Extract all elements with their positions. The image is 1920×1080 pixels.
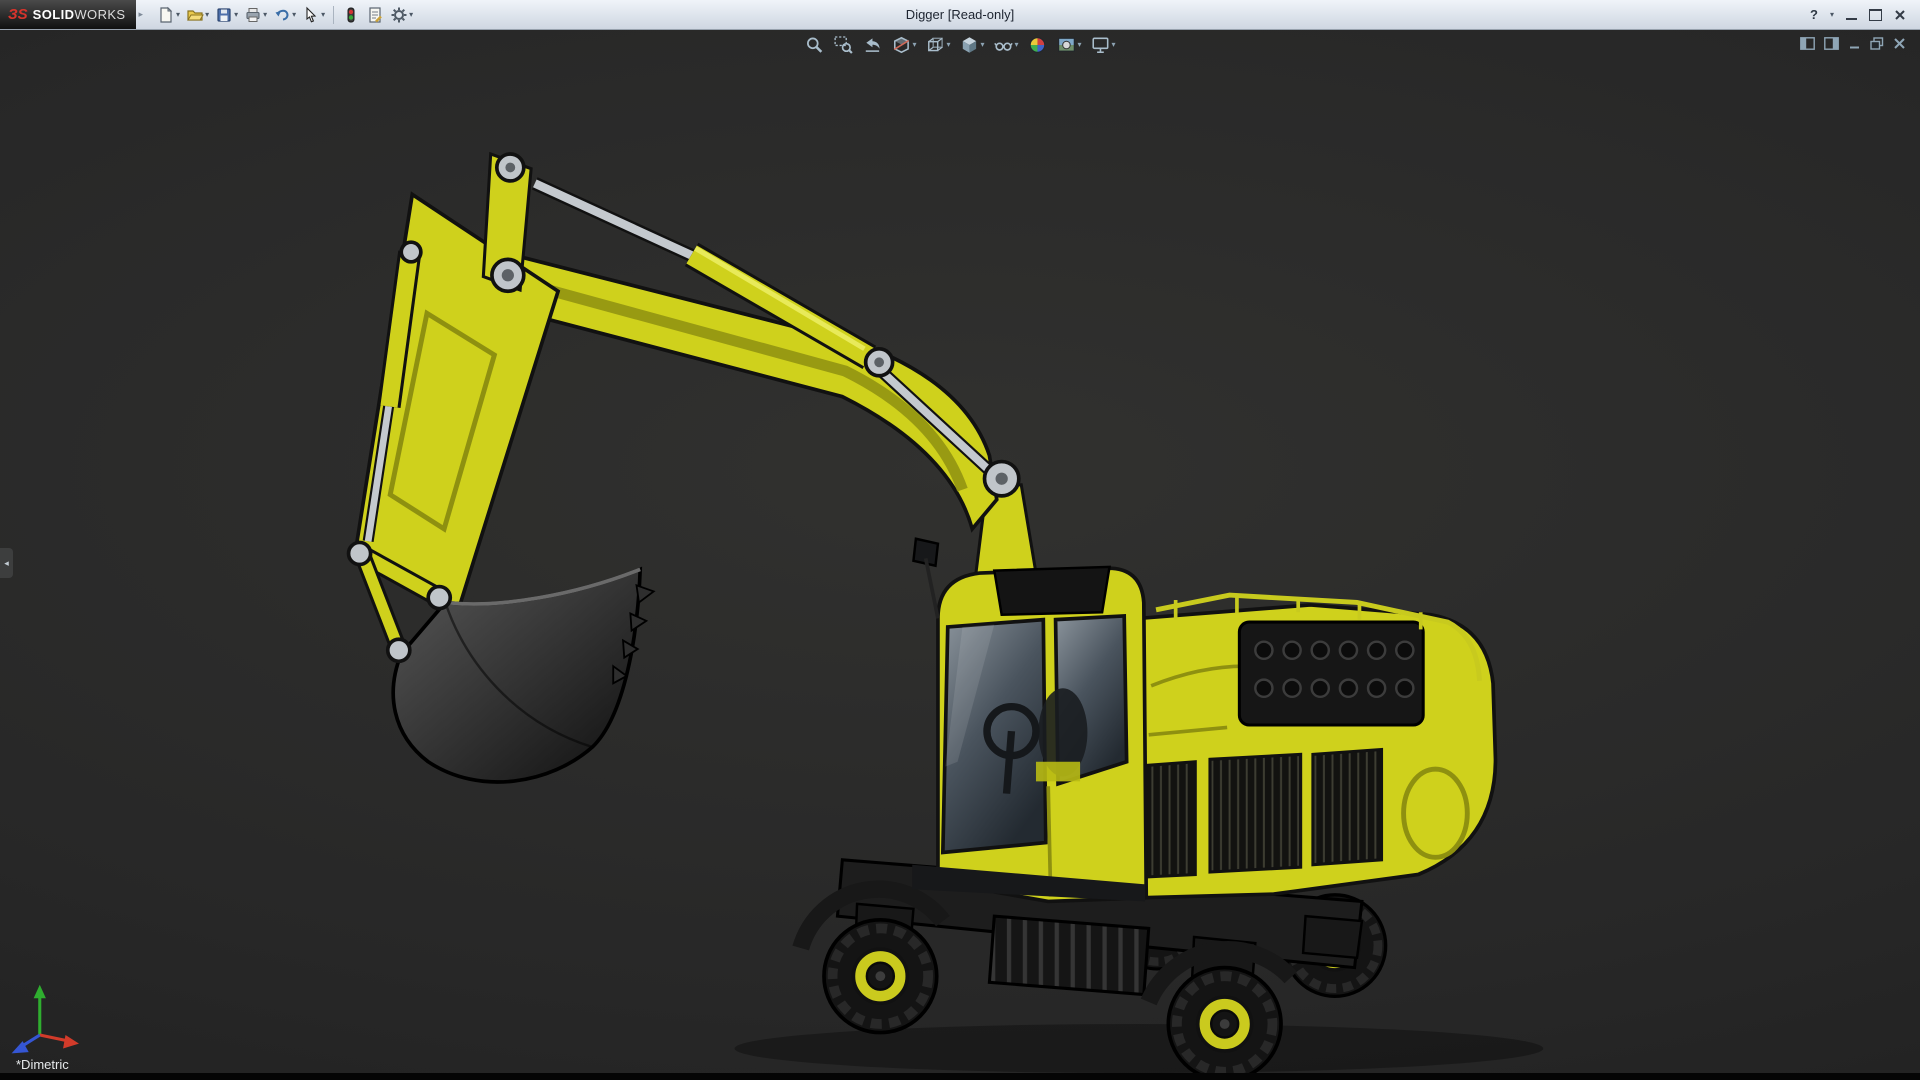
view-orientation-label: *Dimetric [16,1057,69,1072]
file-properties-icon [369,6,382,23]
hide-show-items-button[interactable]: ▾ [993,34,1020,56]
save-button[interactable]: ▾ [212,4,241,26]
wheel-front-left[interactable] [824,920,937,1033]
print-button[interactable]: ▾ [241,4,270,26]
solidworks-logo: ЗS SOLID WORKS [0,0,136,29]
ground-shadow [734,1023,1544,1073]
feature-tree-collapse-tab[interactable]: ◂ [0,548,13,578]
document-restore-button[interactable] [1870,37,1884,50]
engine-manifold[interactable] [1237,620,1425,727]
minimize-button[interactable] [1846,10,1857,20]
operator-cab[interactable] [912,537,1149,904]
chevron-down-icon[interactable]: ▾ [292,10,296,19]
title-bar: ЗS SOLID WORKS ▸ ▾ ▾ ▾ ▾ ▾ ▾ ▾ Digger [R… [0,0,1920,30]
undo-button[interactable]: ▾ [270,4,299,26]
app-window-controls: ? ▾ [1810,7,1920,22]
print-icon [246,7,260,22]
gear-icon [391,7,407,22]
previous-view-icon [865,38,880,52]
close-icon [1894,38,1905,49]
apply-scene-icon [1058,37,1075,52]
vent-grille [1208,752,1303,874]
document-close-button[interactable] [1893,37,1906,50]
restore-icon [1870,37,1884,50]
chevron-down-icon[interactable]: ▾ [321,10,325,19]
zoom-to-area-icon [834,36,853,54]
document-minimize-button[interactable] [1848,37,1861,50]
chevron-down-icon[interactable]: ▾ [234,10,238,19]
chevron-down-icon[interactable]: ▾ [263,10,267,19]
apply-scene-button[interactable]: ▾ [1056,34,1083,56]
tile-right-button[interactable] [1824,37,1839,50]
wheel-front-right[interactable] [1168,968,1281,1073]
zoom-to-fit-icon [807,37,823,53]
zoom-to-area-button[interactable] [832,34,854,56]
help-chevron-down-icon[interactable]: ▾ [1830,10,1834,19]
boom-assembly[interactable] [346,151,1038,784]
chevron-down-icon[interactable]: ▾ [1078,41,1082,49]
help-button[interactable]: ? [1810,7,1818,22]
quick-access-toolbar: ▾ ▾ ▾ ▾ ▾ ▾ ▾ [154,4,416,26]
tile-right-icon [1824,37,1839,50]
heads-up-view-toolbar: ▾ ▾ ▾ ▾ ▾ ▾ [803,34,1116,56]
save-icon [217,7,231,22]
section-view-icon [893,36,910,54]
cab-roof-panel [992,565,1111,616]
hide-show-glasses-icon [994,42,1013,51]
rebuild-traffic-light-icon [347,7,355,22]
chevron-down-icon[interactable]: ▾ [205,10,209,19]
x-axis-arrow [63,1035,79,1049]
view-settings-button[interactable]: ▾ [1090,34,1117,56]
chevron-down-icon[interactable]: ▾ [409,10,413,19]
toolbar-separator [333,5,335,24]
step-ladder[interactable] [987,914,1151,997]
rebuild-button[interactable] [339,4,363,26]
chevron-down-icon[interactable]: ▾ [176,10,180,19]
close-button[interactable] [1894,9,1906,21]
excavator-model[interactable] [0,29,1920,1073]
ds-logo-icon: ЗS [8,6,28,23]
y-axis-arrow [33,984,46,999]
minimize-icon [1850,46,1859,49]
file-properties-button[interactable] [363,4,387,26]
previous-view-button[interactable] [861,34,883,56]
orientation-triad [11,984,79,1054]
view-orientation-cube-icon [928,37,943,52]
options-button[interactable]: ▾ [387,4,416,26]
document-title: Digger [Read-only] [905,7,1015,22]
chevron-down-icon[interactable]: ▾ [1015,41,1019,49]
chevron-down-icon[interactable]: ▾ [912,41,916,49]
chevron-down-icon[interactable]: ▾ [980,41,984,49]
edit-appearance-ball-icon [1029,37,1046,53]
graphics-area[interactable]: ▾ ▾ ▾ ▾ ▾ ▾ ◂ *Dimetric [0,29,1920,1073]
tile-left-icon [1800,37,1815,50]
maximize-button[interactable] [1869,8,1882,21]
brand-name-rest: WORKS [74,7,126,22]
view-settings-icon [1092,37,1109,53]
chevron-down-icon[interactable]: ▾ [1112,41,1116,49]
chevron-left-icon: ◂ [4,557,9,568]
bottom-edge-strip [0,1073,1920,1080]
open-folder-icon [187,9,204,21]
logo-expand-chevron-icon[interactable]: ▸ [139,9,144,20]
open-document-button[interactable]: ▾ [183,4,212,26]
new-document-button[interactable]: ▾ [154,4,183,26]
chevron-down-icon[interactable]: ▾ [946,41,950,49]
new-document-icon [160,6,173,23]
close-icon [1895,9,1905,20]
select-cursor-icon [306,6,317,23]
engine-housing[interactable] [1095,592,1498,900]
undo-icon [275,9,289,20]
zoom-to-fit-button[interactable] [803,34,825,56]
tile-left-button[interactable] [1800,37,1815,50]
view-orientation-button[interactable]: ▾ [924,34,951,56]
section-view-button[interactable]: ▾ [890,34,917,56]
vent-grille [1311,747,1384,867]
document-window-controls [1800,37,1906,50]
edit-appearance-button[interactable] [1027,34,1049,56]
brand-name-bold: SOLID [32,7,75,22]
display-style-icon [962,37,977,53]
select-button[interactable]: ▾ [299,4,328,26]
display-style-button[interactable]: ▾ [958,34,985,56]
